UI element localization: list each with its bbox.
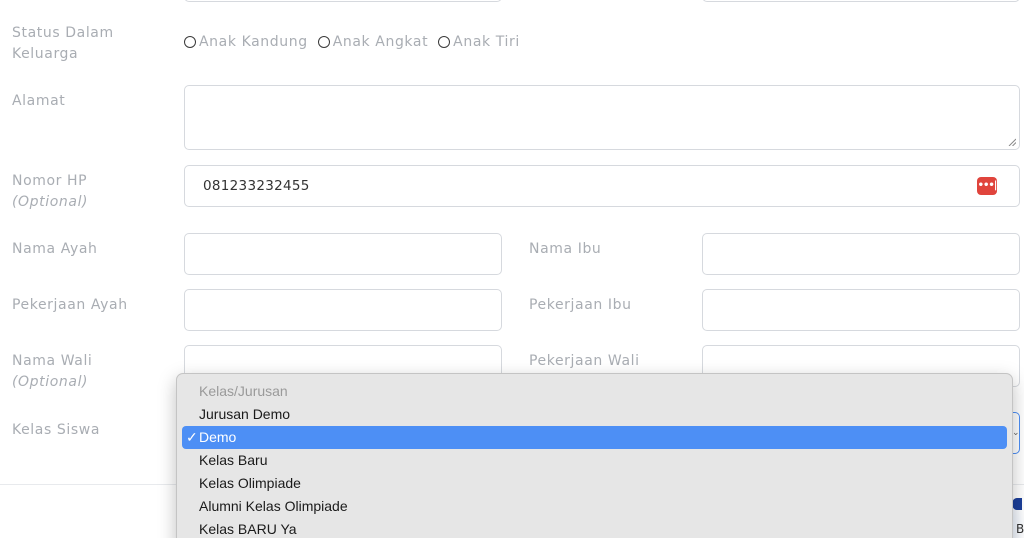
radio-anak-angkat-label: Anak Angkat (332, 34, 429, 50)
radio-anak-angkat[interactable]: Anak Angkat (317, 34, 429, 50)
previous-left-input[interactable] (184, 0, 502, 2)
nama-ibu-input[interactable] (702, 233, 1020, 275)
password-manager-icon[interactable]: •••| (977, 177, 997, 195)
pekerjaan-wali-label: Pekerjaan Wali (529, 353, 640, 369)
alamat-label: Alamat (12, 93, 66, 109)
kelas-dropdown-menu: Kelas/Jurusan Jurusan Demo ✓ Demo Kelas … (176, 373, 1013, 538)
radio-anak-kandung[interactable]: Anak Kandung (184, 34, 308, 50)
dropdown-option-kelas-baru[interactable]: Kelas Baru (177, 449, 1012, 472)
nomor-hp-optional: (Optional) (12, 194, 89, 210)
dropdown-option-kelas-olimpiade[interactable]: Kelas Olimpiade (177, 472, 1012, 495)
dropdown-option-jurusan-demo[interactable]: Jurusan Demo (177, 403, 1012, 426)
alamat-textarea[interactable] (184, 85, 1020, 150)
status-keluarga-radio-group: Anak Kandung Anak Angkat Anak Tiri (184, 34, 520, 50)
radio-anak-tiri[interactable]: Anak Tiri (438, 34, 520, 50)
pekerjaan-ibu-label: Pekerjaan Ibu (529, 297, 632, 313)
pekerjaan-ayah-label: Pekerjaan Ayah (12, 297, 128, 313)
corner-text: B (1016, 522, 1024, 536)
nama-wali-optional: (Optional) (12, 374, 89, 390)
nomor-hp-input[interactable]: 081233232455 •••| (184, 165, 1020, 207)
previous-right-input[interactable] (702, 0, 1020, 2)
pekerjaan-ibu-input[interactable] (702, 289, 1020, 331)
status-keluarga-label: Status Dalam Keluarga (12, 25, 114, 62)
radio-circle-icon (317, 36, 330, 48)
floating-chat-button[interactable] (1012, 498, 1022, 510)
kelas-siswa-label: Kelas Siswa (12, 422, 101, 438)
dropdown-option-demo[interactable]: ✓ Demo (182, 426, 1007, 449)
dropdown-option-kelas-baru-ya[interactable]: Kelas BARU Ya (177, 518, 1012, 538)
nomor-hp-value: 081233232455 (203, 178, 310, 194)
nama-ibu-label: Nama Ibu (529, 241, 602, 257)
resize-grip-icon[interactable] (1008, 138, 1016, 146)
dropdown-option-demo-label: Demo (199, 429, 237, 445)
nomor-hp-label: Nomor HP (Optional) (12, 171, 88, 213)
radio-anak-tiri-label: Anak Tiri (453, 34, 520, 50)
nama-ayah-input[interactable] (184, 233, 502, 275)
nama-ayah-label: Nama Ayah (12, 241, 98, 257)
nama-wali-label: Nama Wali (Optional) (12, 351, 92, 393)
dropdown-option-alumni-kelas-olimpiade[interactable]: Alumni Kelas Olimpiade (177, 495, 1012, 518)
radio-circle-icon (438, 36, 451, 48)
checkmark-icon: ✓ (186, 429, 198, 445)
radio-anak-kandung-label: Anak Kandung (199, 34, 308, 50)
radio-circle-icon (184, 36, 196, 48)
dropdown-header: Kelas/Jurusan (199, 383, 288, 399)
pekerjaan-ayah-input[interactable] (184, 289, 502, 331)
